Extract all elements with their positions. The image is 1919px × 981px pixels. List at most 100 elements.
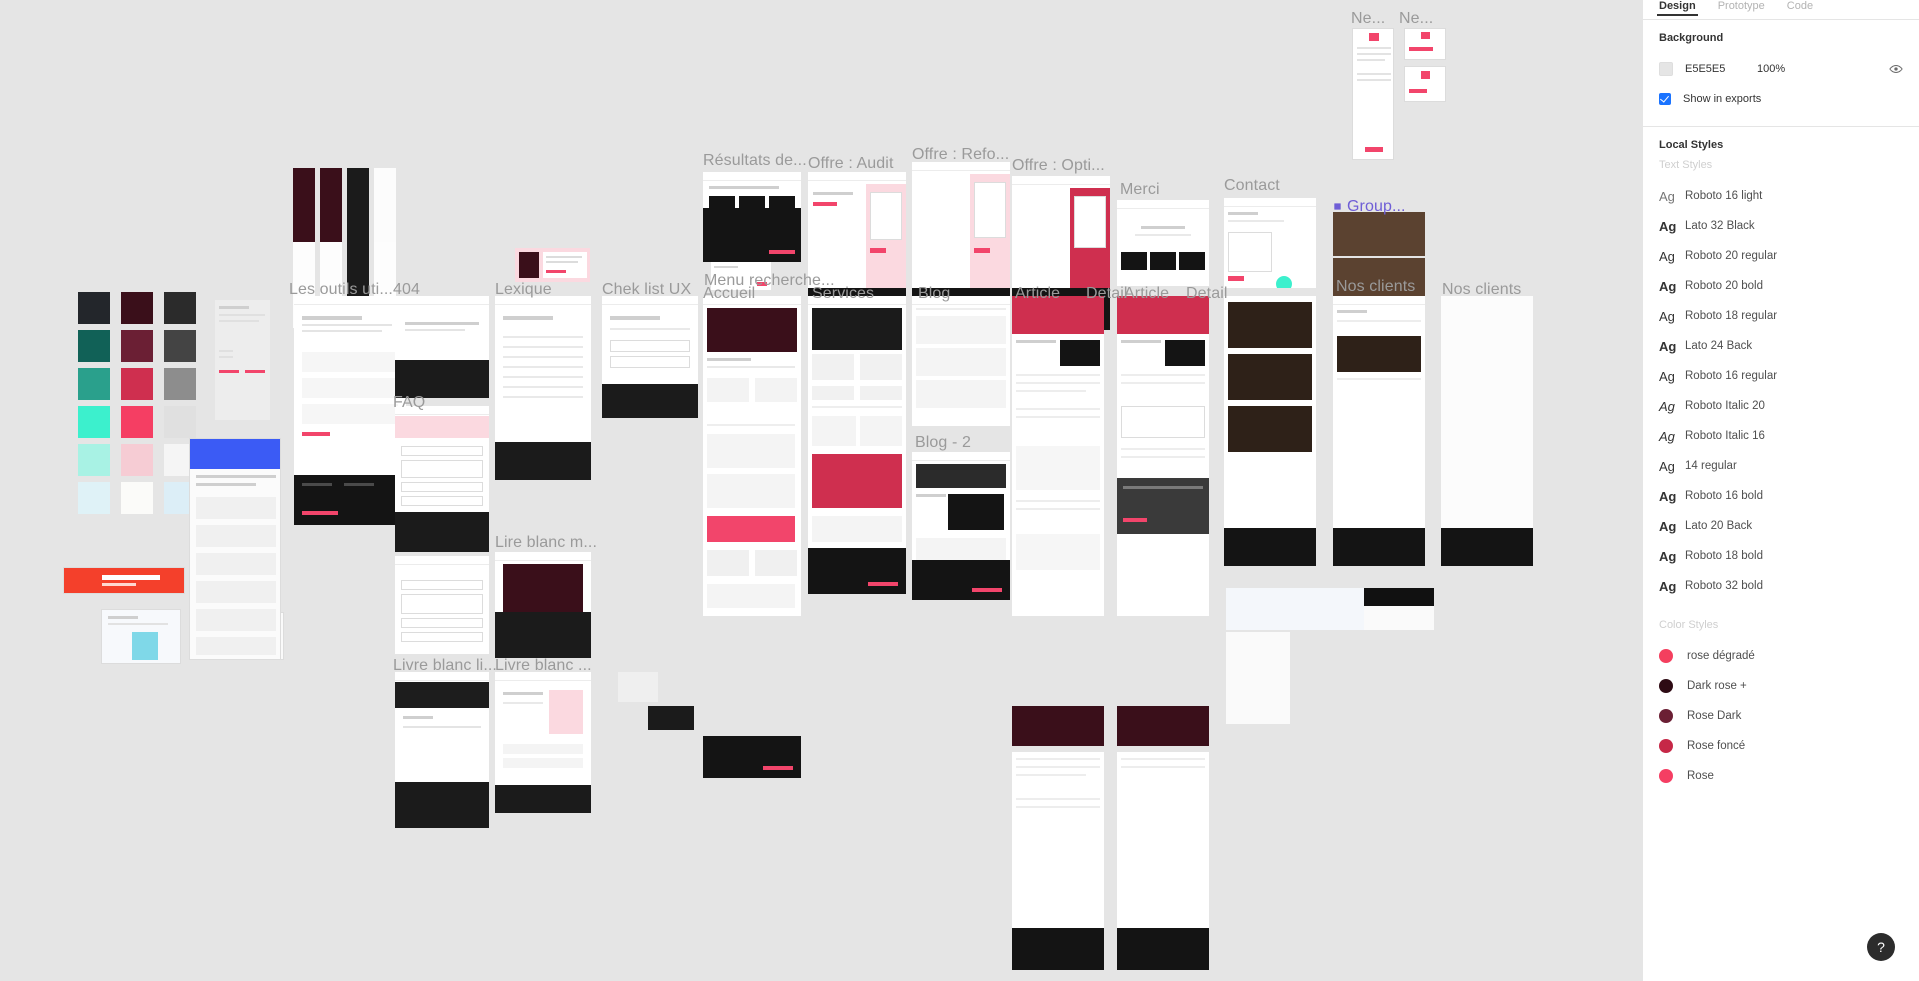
- artboard-faq[interactable]: [395, 406, 489, 516]
- artboard-nos-clients[interactable]: [1333, 296, 1425, 546]
- artboard-thumbnail[interactable]: [189, 438, 281, 660]
- artboard-accueil-footer[interactable]: [703, 736, 801, 778]
- color-style-swatch[interactable]: [1659, 679, 1673, 693]
- artboard-article-detail-body[interactable]: [1117, 752, 1209, 942]
- artboard-livre-blanc-li[interactable]: [395, 672, 489, 782]
- artboard-resultats-footer[interactable]: [703, 208, 801, 262]
- frame-label[interactable]: Detail: [1086, 285, 1128, 303]
- color-swatch[interactable]: [78, 482, 110, 514]
- artboard-faq-2[interactable]: [395, 556, 489, 654]
- artboard-contact[interactable]: [1224, 198, 1316, 288]
- color-styles-list[interactable]: rose dégradé Dark rose + Rose Dark Rose fon…: [1643, 641, 1919, 791]
- artboard-contact-footer[interactable]: [1224, 528, 1316, 566]
- artboard-article-detail-footer[interactable]: [1117, 928, 1209, 970]
- artboard-blog-footer[interactable]: [912, 560, 1010, 600]
- artboard-livre-blanc[interactable]: [495, 672, 591, 802]
- frame-label[interactable]: Blog - 2: [915, 434, 971, 452]
- frame-label[interactable]: Nos clients: [1336, 278, 1415, 296]
- artboard-lexique-card[interactable]: [515, 248, 590, 282]
- artboard-nos-clients-2-footer[interactable]: [1441, 528, 1533, 566]
- artboard-nos-clients-footer[interactable]: [1333, 528, 1425, 566]
- artboard-offre-optimisation[interactable]: [1012, 176, 1110, 292]
- text-style-row[interactable]: Ag Lato 24 Back: [1643, 331, 1919, 361]
- frame-label[interactable]: Detail: [1186, 285, 1228, 303]
- artboard-merci[interactable]: [1117, 200, 1209, 286]
- artboard-accueil-body[interactable]: [703, 416, 801, 616]
- artboard-livre-blanc-footer[interactable]: [395, 782, 489, 828]
- frame-label[interactable]: FAQ: [393, 394, 425, 412]
- artboard-newsletter-short[interactable]: [1404, 28, 1446, 60]
- text-style-row[interactable]: Ag Lato 32 Black: [1643, 211, 1919, 241]
- text-styles-list[interactable]: Ag Roboto 16 light Ag Lato 32 Black Ag Roboto…: [1643, 181, 1919, 601]
- text-style-row[interactable]: Ag Roboto 20 regular: [1643, 241, 1919, 271]
- eye-icon[interactable]: [1889, 62, 1903, 76]
- artboard-footer-dark[interactable]: [294, 475, 406, 525]
- color-swatch[interactable]: [164, 368, 196, 400]
- frame-label[interactable]: Livre blanc ...: [495, 657, 592, 675]
- color-swatch[interactable]: [164, 330, 196, 362]
- frame-label[interactable]: Livre blanc li...: [393, 657, 497, 675]
- color-swatch[interactable]: [78, 292, 110, 324]
- text-style-row[interactable]: Ag Roboto 18 regular: [1643, 301, 1919, 331]
- tab-code[interactable]: Code: [1787, 0, 1813, 12]
- frame-label[interactable]: Offre : Opti...: [1012, 157, 1105, 175]
- frame-label[interactable]: Offre : Refo...: [912, 146, 1009, 164]
- color-swatch[interactable]: [121, 406, 153, 438]
- frame-label[interactable]: Merci: [1120, 181, 1160, 199]
- color-swatch[interactable]: [78, 368, 110, 400]
- background-color-row[interactable]: E5E5E5 100%: [1659, 58, 1903, 80]
- color-style-swatch[interactable]: [1659, 739, 1673, 753]
- frame-label[interactable]: Offre : Audit: [808, 155, 894, 173]
- color-swatch[interactable]: [121, 292, 153, 324]
- artboard-article-footer[interactable]: [1012, 928, 1104, 970]
- artboard-nos-clients-2[interactable]: [1441, 296, 1533, 546]
- artboard-accueil[interactable]: [703, 296, 801, 416]
- frame-label[interactable]: Article: [1015, 285, 1060, 303]
- color-style-row[interactable]: rose dégradé: [1643, 641, 1919, 671]
- tab-design[interactable]: Design: [1657, 0, 1698, 16]
- color-style-row[interactable]: Rose foncé: [1643, 731, 1919, 761]
- artboard-offre-refonte[interactable]: [912, 162, 1010, 288]
- color-style-row[interactable]: Dark rose +: [1643, 671, 1919, 701]
- artboard-lire-blanc-footer[interactable]: [495, 612, 591, 658]
- frame-label[interactable]: Ne...: [1399, 10, 1433, 28]
- show-in-exports-checkbox[interactable]: [1659, 93, 1671, 105]
- text-style-row[interactable]: Ag Roboto 18 bold: [1643, 541, 1919, 571]
- component-thumbnail-group[interactable]: [1333, 212, 1425, 256]
- frame-label[interactable]: Blog: [918, 285, 950, 303]
- artboard-thumbnail[interactable]: [63, 567, 185, 594]
- show-in-exports-row[interactable]: Show in exports: [1659, 86, 1903, 112]
- background-hex-value[interactable]: E5E5E5: [1685, 63, 1757, 75]
- background-color-swatch[interactable]: [1659, 62, 1673, 76]
- color-swatch[interactable]: [164, 292, 196, 324]
- frame-label[interactable]: Accueil: [703, 285, 755, 303]
- frame-label[interactable]: 404: [393, 281, 420, 299]
- text-style-row[interactable]: Ag Roboto 20 bold: [1643, 271, 1919, 301]
- artboard-newsletter-short-2[interactable]: [1404, 66, 1446, 102]
- color-swatch[interactable]: [78, 444, 110, 476]
- text-style-row[interactable]: Ag Lato 20 Back: [1643, 511, 1919, 541]
- artboard-contact-gallery[interactable]: [1224, 296, 1316, 546]
- frame-label[interactable]: Chek list UX: [602, 281, 691, 299]
- color-style-row[interactable]: Rose: [1643, 761, 1919, 791]
- artboard-misc-small[interactable]: [618, 672, 658, 702]
- artboard-blog[interactable]: [912, 296, 1010, 426]
- artboard-desktop-mock-2[interactable]: [1226, 632, 1290, 724]
- text-style-row[interactable]: Ag Roboto Italic 20: [1643, 391, 1919, 421]
- artboard-desktop-mock[interactable]: [1226, 588, 1434, 630]
- frame-label[interactable]: Résultats de...: [703, 152, 807, 170]
- color-swatch[interactable]: [164, 406, 196, 438]
- artboard-blog-2[interactable]: [912, 452, 1010, 572]
- frame-label[interactable]: Group...: [1333, 198, 1406, 216]
- artboard-article-body[interactable]: [1012, 752, 1104, 942]
- frame-label[interactable]: Article: [1124, 285, 1169, 303]
- artboard-misc-small-2[interactable]: [648, 706, 694, 730]
- color-swatch[interactable]: [121, 482, 153, 514]
- artboard-faq-footer[interactable]: [395, 512, 489, 552]
- text-style-row[interactable]: Ag Roboto 32 bold: [1643, 571, 1919, 601]
- text-style-row[interactable]: Ag 14 regular: [1643, 451, 1919, 481]
- color-style-swatch[interactable]: [1659, 709, 1673, 723]
- color-swatch[interactable]: [121, 444, 153, 476]
- text-style-row[interactable]: Ag Roboto Italic 16: [1643, 421, 1919, 451]
- color-style-swatch[interactable]: [1659, 649, 1673, 663]
